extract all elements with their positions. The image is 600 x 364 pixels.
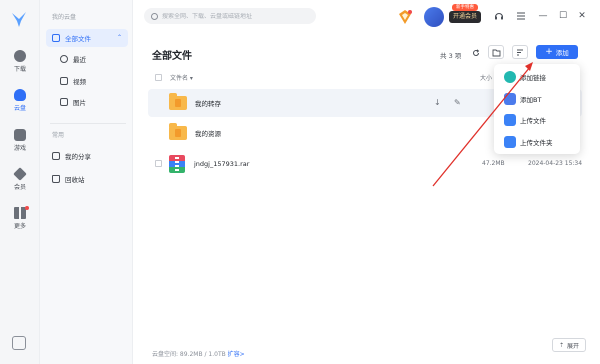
download-icon[interactable]: ↓ [434, 99, 442, 107]
expand-button[interactable]: ⇡ 展开 [552, 338, 586, 352]
file-size: 47.2MB [482, 160, 505, 167]
row-checkbox[interactable] [155, 160, 162, 167]
download-icon [14, 50, 26, 62]
close-button[interactable]: ✕ [577, 11, 587, 21]
add-button[interactable]: + 添加 [536, 45, 578, 59]
maximize-button[interactable]: ☐ [558, 11, 568, 21]
sidebar-item-my-share[interactable]: 我的分享 [46, 147, 128, 165]
sidebar-item-image[interactable]: 图片 [46, 93, 128, 111]
gamepad-icon [14, 129, 26, 141]
sidebar-divider [50, 123, 126, 124]
column-filename[interactable]: 文件名 ▾ [170, 73, 193, 82]
upload-folder-icon [504, 136, 516, 148]
add-dropdown-menu: 添加链接 添加BT 上传文件 上传文件夹 [494, 64, 580, 154]
mini-mode-icon[interactable] [12, 336, 26, 350]
file-count: 共 3 项 [440, 52, 462, 60]
file-name[interactable]: jndgj_157931.rar [194, 160, 249, 168]
select-all-checkbox[interactable] [155, 74, 162, 81]
folder-check-icon [52, 34, 60, 42]
rail-item-more[interactable]: 更多 [0, 205, 40, 235]
rail-item-vip[interactable]: 会员 [0, 166, 40, 196]
sidebar-item-all-files[interactable]: 全部文件 ⌃ [46, 29, 128, 47]
sort-icon [517, 49, 523, 56]
clock-icon [60, 55, 68, 63]
share-icon [52, 152, 60, 160]
refresh-icon[interactable] [472, 49, 480, 57]
rail-item-download[interactable]: 下载 [0, 48, 40, 78]
upload-file-icon [504, 114, 516, 126]
link-icon [504, 71, 516, 83]
plus-icon: + [545, 46, 553, 57]
video-icon [60, 77, 68, 85]
file-name[interactable]: 我的转存 [195, 98, 221, 108]
cloud-icon [14, 89, 26, 101]
minimize-button[interactable]: — [538, 11, 548, 21]
sort-button[interactable] [512, 45, 528, 59]
trash-icon [52, 175, 60, 183]
search-icon [151, 12, 158, 20]
menu-item-add-link[interactable]: 添加链接 [494, 67, 580, 87]
search-bar[interactable] [144, 8, 316, 24]
left-rail: 下载 云盘 游戏 会员 更多 [0, 0, 40, 364]
notification-dot [25, 206, 29, 210]
open-vip-button[interactable]: 开通会员 [449, 11, 481, 23]
menu-icon[interactable] [516, 11, 526, 21]
sidebar-group-common: 常用 [52, 132, 65, 139]
menu-item-upload-folder[interactable]: 上传文件夹 [494, 132, 580, 152]
promo-tag: 新手特惠 [452, 4, 478, 11]
diamond-icon [13, 167, 27, 181]
column-size[interactable]: 大小 [480, 73, 492, 82]
file-date: 2024-04-23 15:34 [528, 160, 583, 167]
menu-item-upload-file[interactable]: 上传文件 [494, 110, 580, 130]
page-title: 全部文件 [152, 51, 192, 62]
image-icon [60, 98, 68, 106]
app-logo-icon [12, 12, 26, 27]
new-folder-button[interactable] [488, 45, 504, 59]
avatar[interactable] [424, 7, 444, 27]
upload-arrow-icon: ⇡ [558, 341, 564, 349]
rar-archive-icon [169, 155, 185, 173]
file-name[interactable]: 我的资源 [195, 128, 221, 138]
expand-capacity-link[interactable]: 扩容> [228, 351, 245, 358]
rail-item-game[interactable]: 游戏 [0, 127, 40, 157]
bt-file-icon [504, 93, 516, 105]
storage-info: 云盘空间: 89.2MB / 1.0TB 扩容> [152, 351, 245, 358]
search-input[interactable] [162, 12, 312, 20]
sidebar-item-recycle[interactable]: 回收站 [46, 170, 128, 188]
rail-item-cloud[interactable]: 云盘 [0, 87, 40, 117]
sidebar-group-mine: 我的云盘 [52, 14, 77, 21]
new-folder-icon [492, 49, 501, 57]
sidebar-item-recent[interactable]: 最近 [46, 50, 128, 68]
table-row[interactable]: jndgj_157931.rar 47.2MB 2024-04-23 15:34 [148, 150, 582, 178]
chevron-up-icon[interactable]: ⌃ [117, 34, 122, 41]
folder-icon [169, 93, 187, 110]
menu-item-add-bt[interactable]: 添加BT [494, 89, 580, 109]
folder-icon [169, 123, 187, 140]
sidebar-item-video[interactable]: 视频 [46, 72, 128, 90]
cloud-drive-window: 下载 云盘 游戏 会员 更多 我的云盘 全部文件 ⌃ 最近 视频 图片 常用 我… [0, 0, 600, 364]
headset-icon[interactable] [494, 11, 504, 21]
sidebar: 我的云盘 全部文件 ⌃ 最近 视频 图片 常用 我的分享 回收站 [40, 0, 133, 364]
vip-badge-icon[interactable] [398, 9, 412, 25]
edit-icon[interactable]: ✎ [454, 99, 462, 107]
